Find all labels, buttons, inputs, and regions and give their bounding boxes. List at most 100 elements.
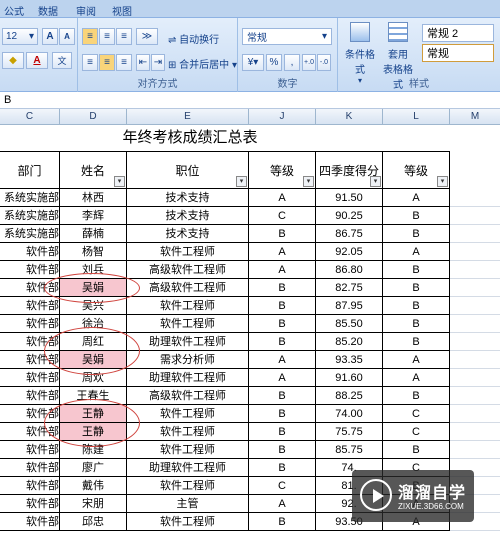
decrease-font-button[interactable]: A xyxy=(59,28,75,45)
cell-grade[interactable]: A xyxy=(249,495,316,513)
cell-name[interactable]: 杨智 xyxy=(60,243,127,261)
empty-cell[interactable] xyxy=(450,369,500,387)
cell-dept[interactable]: 系统实施部 xyxy=(0,189,60,207)
column-header-l[interactable]: L xyxy=(383,109,450,125)
font-size-select[interactable]: 12 ▾ xyxy=(2,28,38,45)
align-left-icon[interactable]: ≡ xyxy=(82,54,98,71)
comma-button[interactable]: , xyxy=(284,54,300,71)
column-header-d[interactable]: D xyxy=(60,109,127,125)
cell-q4-score[interactable]: 85.20 xyxy=(316,333,383,351)
increase-font-button[interactable]: A xyxy=(42,28,58,45)
cell-position[interactable]: 技术支持 xyxy=(127,207,249,225)
empty-cell[interactable] xyxy=(450,225,500,243)
cell-position[interactable]: 软件工程师 xyxy=(127,315,249,333)
cell-dept[interactable]: 软件部 xyxy=(0,261,60,279)
cell-grade[interactable]: B xyxy=(249,387,316,405)
empty-cell[interactable] xyxy=(450,423,500,441)
header-cell-position[interactable]: 职位 ▾ xyxy=(127,151,249,189)
cell-name[interactable]: 宋朋 xyxy=(60,495,127,513)
cell-q4-score[interactable]: 88.25 xyxy=(316,387,383,405)
tab-view[interactable]: 视图 xyxy=(112,3,132,18)
cell-final-grade[interactable]: B xyxy=(383,279,450,297)
cell-name[interactable]: 戴伟 xyxy=(60,477,127,495)
merge-center-button[interactable]: ⊞ 合并后居中 ▾ xyxy=(168,56,237,71)
cell-position[interactable]: 高级软件工程师 xyxy=(127,387,249,405)
cell-grade[interactable]: B xyxy=(249,513,316,531)
cell-final-grade[interactable]: A xyxy=(383,189,450,207)
cell-position[interactable]: 软件工程师 xyxy=(127,297,249,315)
cell-grade[interactable]: B xyxy=(249,297,316,315)
empty-cell[interactable] xyxy=(450,261,500,279)
sheet-title[interactable]: 年终考核成绩汇总表 xyxy=(60,125,320,151)
column-header-e[interactable]: E xyxy=(127,109,249,125)
empty-cell[interactable] xyxy=(450,297,500,315)
formula-bar[interactable]: B xyxy=(0,92,500,109)
cell-grade[interactable]: B xyxy=(249,315,316,333)
cell-q4-score[interactable]: 74.00 xyxy=(316,405,383,423)
cell-position[interactable]: 软件工程师 xyxy=(127,405,249,423)
empty-cell[interactable] xyxy=(450,387,500,405)
cell-final-grade[interactable]: B xyxy=(383,333,450,351)
cell-grade[interactable]: A xyxy=(249,243,316,261)
currency-icon[interactable]: ¥▾ xyxy=(242,54,264,71)
cell-grade[interactable]: B xyxy=(249,279,316,297)
column-header-m[interactable]: M xyxy=(450,109,500,125)
percent-button[interactable]: % xyxy=(266,54,282,71)
cell-dept[interactable]: 软件部 xyxy=(0,477,60,495)
cell-dept[interactable]: 系统实施部 xyxy=(0,225,60,243)
align-middle-icon[interactable]: ≡ xyxy=(99,28,115,45)
cell-final-grade[interactable]: B xyxy=(383,441,450,459)
cell-position[interactable]: 高级软件工程师 xyxy=(127,279,249,297)
cell-q4-score[interactable]: 91.60 xyxy=(316,369,383,387)
cell-position[interactable]: 助理软件工程师 xyxy=(127,459,249,477)
cell-grade[interactable]: A xyxy=(249,189,316,207)
cell-dept[interactable]: 软件部 xyxy=(0,459,60,477)
cell-q4-score[interactable]: 86.75 xyxy=(316,225,383,243)
filter-dropdown-icon[interactable]: ▾ xyxy=(236,176,247,187)
cell-q4-score[interactable]: 86.80 xyxy=(316,261,383,279)
cell-position[interactable]: 软件工程师 xyxy=(127,513,249,531)
cell-q4-score[interactable]: 87.95 xyxy=(316,297,383,315)
cell-final-grade[interactable]: B xyxy=(383,387,450,405)
cell-grade[interactable]: B xyxy=(249,441,316,459)
align-center-icon[interactable]: ≡ xyxy=(99,54,115,71)
cell-dept[interactable]: 软件部 xyxy=(0,243,60,261)
cell-position[interactable]: 软件工程师 xyxy=(127,423,249,441)
cell-final-grade[interactable]: C xyxy=(383,423,450,441)
column-header-j[interactable]: J xyxy=(249,109,316,125)
cell-final-grade[interactable]: C xyxy=(383,405,450,423)
header-cell-dept[interactable]: 部门 xyxy=(0,151,60,189)
cell-dept[interactable]: 软件部 xyxy=(0,387,60,405)
font-color-button[interactable]: A xyxy=(26,52,48,69)
header-cell-final-grade[interactable]: 等级 ▾ xyxy=(383,151,450,189)
cell-position[interactable]: 软件工程师 xyxy=(127,243,249,261)
tab-review[interactable]: 审阅 xyxy=(76,3,96,18)
cell-dept[interactable]: 软件部 xyxy=(0,315,60,333)
tab-formulas[interactable]: 公式 xyxy=(4,3,24,18)
empty-cell[interactable] xyxy=(450,189,500,207)
cell-name[interactable]: 邱忠 xyxy=(60,513,127,531)
cell-final-grade[interactable]: B xyxy=(383,315,450,333)
empty-cell[interactable] xyxy=(450,351,500,369)
cell-q4-score[interactable]: 92.05 xyxy=(316,243,383,261)
cell-grade[interactable]: A xyxy=(249,369,316,387)
cell-grade[interactable]: B xyxy=(249,459,316,477)
cell-dept[interactable]: 软件部 xyxy=(0,495,60,513)
cell-q4-score[interactable]: 91.50 xyxy=(316,189,383,207)
cell-name[interactable]: 廖广 xyxy=(60,459,127,477)
cell-dept[interactable]: 软件部 xyxy=(0,513,60,531)
cell-dept[interactable]: 系统实施部 xyxy=(0,207,60,225)
cell-grade[interactable]: B xyxy=(249,405,316,423)
cell-position[interactable]: 助理软件工程师 xyxy=(127,369,249,387)
cell-dept[interactable]: 软件部 xyxy=(0,369,60,387)
number-format-select[interactable]: 常规 ▾ xyxy=(242,28,332,45)
cell-position[interactable]: 助理软件工程师 xyxy=(127,333,249,351)
cell-q4-score[interactable]: 82.75 xyxy=(316,279,383,297)
empty-cell[interactable] xyxy=(450,405,500,423)
cell-q4-score[interactable]: 75.75 xyxy=(316,423,383,441)
decrease-indent-icon[interactable]: ⇤ xyxy=(136,54,150,71)
empty-cell[interactable] xyxy=(450,315,500,333)
empty-cell[interactable] xyxy=(450,333,500,351)
cell-q4-score[interactable]: 90.25 xyxy=(316,207,383,225)
filter-dropdown-icon[interactable]: ▾ xyxy=(114,176,125,187)
